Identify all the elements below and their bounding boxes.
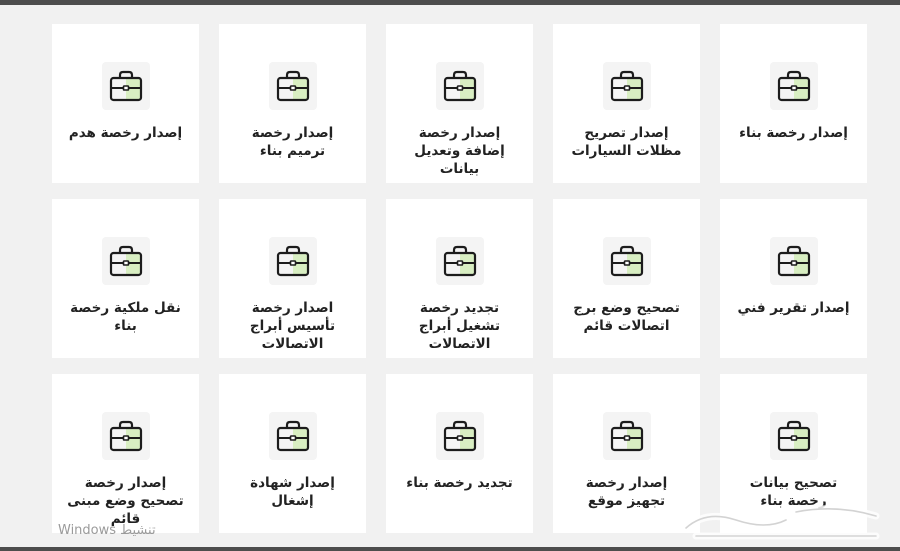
bottom-frame-bar: [0, 547, 900, 551]
service-label: إصدار شهادة إشغال: [250, 475, 335, 509]
service-label: إصدار رخصة بناء: [739, 125, 848, 141]
service-label: إصدار رخصة تصحيح وضع مبنى قائم: [67, 475, 184, 527]
service-label: نقل ملكية رخصة بناء: [70, 300, 181, 334]
service-card-6[interactable]: إصدار تقرير فني: [720, 199, 867, 358]
service-card-8[interactable]: تجديد رخصة تشغيل أبراج الاتصالات: [386, 199, 533, 358]
service-card-3[interactable]: إصدار رخصة إضافة وتعديل بيانات: [386, 24, 533, 183]
briefcase-icon: [435, 412, 484, 460]
briefcase-icon: [101, 62, 150, 110]
service-label: إصدار رخصة ترميم بناء: [251, 125, 334, 159]
service-label: تجديد رخصة تشغيل أبراج الاتصالات: [418, 300, 501, 352]
service-card-7[interactable]: تصحيح وضع برج اتصالات قائم: [553, 199, 700, 358]
briefcase-icon: [101, 412, 150, 460]
briefcase-icon: [602, 62, 651, 110]
service-card-9[interactable]: اصدار رخصة تأسيس أبراج الاتصالات: [219, 199, 366, 358]
briefcase-icon: [602, 412, 651, 460]
haraj-logo: [676, 500, 894, 550]
service-label: إصدار رخصة هدم: [68, 125, 183, 141]
briefcase-icon: [769, 237, 818, 285]
service-label: تصحيح وضع برج اتصالات قائم: [573, 300, 680, 334]
service-card-13[interactable]: تجديد رخصة بناء: [386, 374, 533, 533]
service-card-10[interactable]: نقل ملكية رخصة بناء: [52, 199, 199, 358]
top-frame-bar: [0, 0, 900, 5]
briefcase-icon: [101, 237, 150, 285]
service-label: إصدار رخصة إضافة وتعديل بيانات: [414, 125, 505, 177]
service-card-2[interactable]: إصدار تصريح مظلات السيارات: [553, 24, 700, 183]
briefcase-icon: [769, 62, 818, 110]
briefcase-icon: [602, 237, 651, 285]
service-card-4[interactable]: إصدار رخصة ترميم بناء: [219, 24, 366, 183]
service-label: اصدار رخصة تأسيس أبراج الاتصالات: [249, 300, 336, 352]
briefcase-icon: [435, 62, 484, 110]
service-card-1[interactable]: إصدار رخصة بناء: [720, 24, 867, 183]
service-label: إصدار تصريح مظلات السيارات: [571, 125, 682, 159]
briefcase-icon: [268, 412, 317, 460]
briefcase-icon: [268, 62, 317, 110]
briefcase-icon: [769, 412, 818, 460]
service-label: تجديد رخصة بناء: [406, 475, 513, 491]
service-card-14[interactable]: إصدار شهادة إشغال: [219, 374, 366, 533]
briefcase-icon: [435, 237, 484, 285]
windows-activation-watermark: Windows تنشيط: [58, 523, 156, 538]
service-card-15[interactable]: إصدار رخصة تصحيح وضع مبنى قائم: [52, 374, 199, 533]
service-label: إصدار تقرير فني: [737, 300, 850, 316]
services-grid: إصدار رخصة بناء إصدار تصريح مظلات السيار…: [52, 24, 867, 533]
service-card-5[interactable]: إصدار رخصة هدم: [52, 24, 199, 183]
briefcase-icon: [268, 237, 317, 285]
